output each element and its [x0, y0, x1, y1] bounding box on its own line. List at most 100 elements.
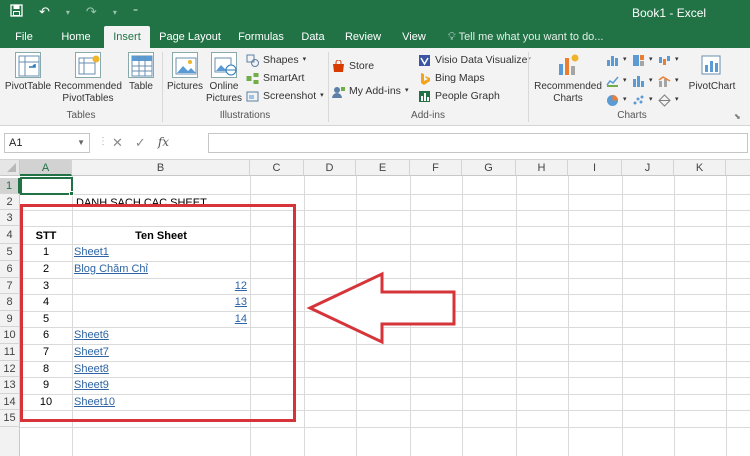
row-header-10[interactable]: 10 — [0, 327, 20, 344]
name-box-dropdown-icon[interactable]: ▼ — [77, 134, 85, 152]
lightbulb-icon: 💡︎ — [448, 31, 456, 43]
bing-maps-button[interactable]: Bing Maps — [418, 69, 485, 87]
column-header-i[interactable]: I — [568, 160, 622, 176]
worksheet-grid[interactable]: A B C D E F G H I J K 1 2 3 4 5 6 7 8 9 … — [0, 160, 750, 456]
line-chart-dropdown-icon: ▾ — [623, 77, 627, 84]
hierarchy-chart-dropdown-icon: ▾ — [649, 56, 653, 63]
pivottable-label: PivotTable — [4, 81, 52, 92]
column-header-f[interactable]: F — [410, 160, 462, 176]
recommended-pivottables-button[interactable]: Recommended PivotTables — [54, 52, 122, 105]
my-addins-button[interactable]: My Add-ins ▾ — [332, 82, 408, 100]
column-header-h[interactable]: H — [516, 160, 568, 176]
row-header-12[interactable]: 12 — [0, 361, 20, 377]
row-header-14[interactable]: 14 — [0, 394, 20, 410]
tab-page-layout[interactable]: Page Layout — [156, 26, 224, 48]
row-header-2[interactable]: 2 — [0, 194, 20, 210]
screenshot-label: Screenshot — [263, 90, 317, 102]
pivottable-icon — [15, 52, 41, 78]
annotation-red-box — [20, 204, 296, 422]
undo-icon[interactable]: ↶ — [39, 4, 50, 20]
row-header-15[interactable]: 15 — [0, 410, 20, 427]
shapes-label: Shapes — [263, 54, 299, 66]
line-chart-button[interactable]: ▾ — [606, 72, 627, 90]
recommended-pivottables-icon — [75, 52, 101, 78]
row-header-13[interactable]: 13 — [0, 377, 20, 394]
row-header-4[interactable]: 4 — [0, 226, 20, 244]
group-separator — [528, 52, 529, 122]
fill-handle[interactable] — [69, 191, 74, 196]
statistic-chart-button[interactable]: ▾ — [632, 72, 653, 90]
active-cell-a1[interactable] — [20, 177, 73, 195]
column-header-d[interactable]: D — [304, 160, 356, 176]
select-all-button[interactable] — [0, 160, 20, 176]
pivotchart-button[interactable]: PivotChart — [686, 52, 738, 93]
visio-icon — [419, 54, 430, 66]
redo-icon[interactable]: ↷ — [86, 4, 97, 20]
column-header-b[interactable]: B — [72, 160, 250, 176]
tab-formulas[interactable]: Formulas — [234, 26, 288, 48]
column-header-g[interactable]: G — [462, 160, 516, 176]
smartart-button[interactable]: SmartArt — [246, 69, 304, 87]
column-chart-dropdown-icon: ▾ — [623, 56, 627, 63]
row-header-5[interactable]: 5 — [0, 244, 20, 261]
enter-icon[interactable]: ✓ — [135, 135, 146, 151]
waterfall-chart-button[interactable]: ▾ — [658, 51, 679, 69]
recommended-charts-label-1: Recommended — [534, 81, 602, 92]
combo-chart-button[interactable]: ▾ — [658, 72, 679, 90]
online-pictures-button[interactable]: Online Pictures — [204, 52, 244, 105]
group-label-tables: Tables — [66, 110, 96, 121]
column-header-j[interactable]: J — [622, 160, 674, 176]
surface-chart-button[interactable]: ▾ — [658, 91, 679, 109]
ribbon-tabs: File Home Insert Page Layout Formulas Da… — [0, 26, 750, 48]
surface-chart-dropdown-icon: ▾ — [675, 96, 679, 103]
row-header-11[interactable]: 11 — [0, 344, 20, 361]
people-graph-button[interactable]: People Graph — [418, 87, 500, 105]
pie-chart-button[interactable]: ▾ — [606, 91, 627, 109]
shapes-button[interactable]: Shapes ▾ — [246, 51, 306, 69]
save-icon[interactable] — [10, 4, 23, 20]
insert-function-icon[interactable]: fx — [158, 135, 169, 151]
row-header-9[interactable]: 9 — [0, 311, 20, 327]
column-header-a[interactable]: A — [20, 160, 72, 176]
tab-file[interactable]: File — [6, 26, 42, 48]
row-header-3[interactable]: 3 — [0, 210, 20, 226]
pictures-button[interactable]: Pictures — [166, 52, 204, 93]
name-box[interactable]: A1 ▼ — [4, 133, 90, 153]
gridline — [20, 194, 750, 195]
formula-input[interactable] — [208, 133, 748, 153]
row-header-1[interactable]: 1 — [0, 178, 20, 194]
screenshot-button[interactable]: Screenshot ▾ — [246, 87, 324, 105]
gridline — [20, 427, 750, 428]
row-header-6[interactable]: 6 — [0, 261, 20, 278]
table-button[interactable]: Table — [124, 52, 158, 93]
column-header-c[interactable]: C — [250, 160, 304, 176]
group-separator — [162, 52, 163, 122]
tab-view[interactable]: View — [396, 26, 432, 48]
pie-chart-icon — [607, 94, 618, 106]
recommended-charts-button[interactable]: Recommended Charts — [532, 52, 604, 105]
column-chart-button[interactable]: ▾ — [606, 51, 627, 69]
undo-dropdown-icon[interactable]: ▾ — [66, 8, 70, 17]
tab-review[interactable]: Review — [340, 26, 386, 48]
row-header-7[interactable]: 7 — [0, 278, 20, 294]
charts-dialog-launcher-icon[interactable]: ⬊ — [734, 112, 741, 121]
tab-data[interactable]: Data — [296, 26, 330, 48]
column-header-e[interactable]: E — [356, 160, 410, 176]
column-header-k[interactable]: K — [674, 160, 726, 176]
column-header-l[interactable] — [726, 160, 750, 176]
customize-qat-icon[interactable]: ⁼ — [133, 7, 138, 18]
row-header-16[interactable] — [0, 427, 20, 456]
pie-chart-dropdown-icon: ▾ — [623, 96, 627, 103]
tab-insert[interactable]: Insert — [104, 26, 150, 48]
pivottable-button[interactable]: PivotTable — [4, 52, 52, 93]
scatter-chart-button[interactable]: ▾ — [632, 91, 653, 109]
tab-home[interactable]: Home — [54, 26, 98, 48]
row-header-8[interactable]: 8 — [0, 294, 20, 311]
cancel-icon[interactable]: ✕ — [112, 135, 123, 151]
hierarchy-chart-button[interactable]: ▾ — [632, 51, 653, 69]
recommended-charts-label-2: Charts — [553, 93, 583, 104]
visio-data-visualizer-button[interactable]: Visio Data Visualizer — [418, 51, 531, 69]
store-button[interactable]: Store — [332, 57, 374, 75]
tell-me-box[interactable]: 💡︎ Tell me what you want to do... — [448, 26, 603, 48]
redo-dropdown-icon[interactable]: ▾ — [113, 8, 117, 17]
